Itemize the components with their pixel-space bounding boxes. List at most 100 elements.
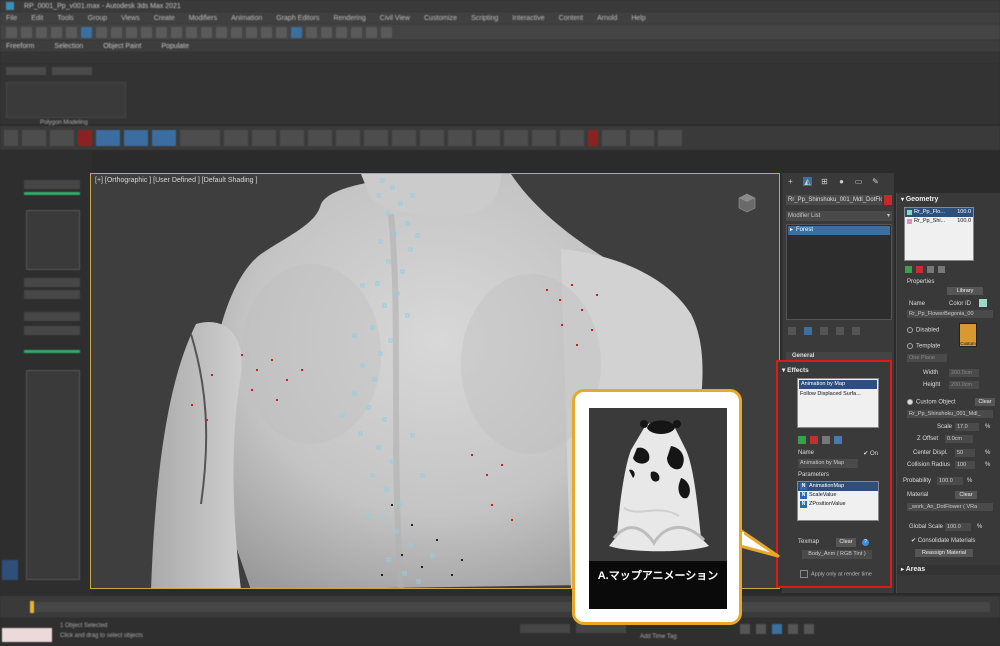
strip-button[interactable] — [392, 130, 416, 146]
ribbon-tab-freeform[interactable]: Freeform — [6, 43, 34, 50]
menu-tools[interactable]: Tools — [57, 15, 73, 22]
strip-button[interactable] — [152, 130, 176, 146]
left-panel-button[interactable] — [24, 180, 80, 189]
mirror-icon[interactable] — [261, 26, 272, 38]
make-unique-icon[interactable] — [820, 327, 828, 335]
custom-object-radio[interactable]: Custom Object — [907, 399, 956, 406]
timeline-cursor[interactable] — [30, 601, 34, 613]
effect-name-field[interactable]: Animation by Map — [798, 459, 858, 468]
strip-button[interactable] — [336, 130, 360, 146]
render-icon[interactable] — [381, 26, 392, 38]
menu-create[interactable]: Create — [154, 15, 175, 22]
custom-object-clear-button[interactable]: Clear — [975, 398, 995, 406]
configure-sets-icon[interactable] — [852, 327, 860, 335]
modifier-stack[interactable]: Forest — [786, 224, 892, 320]
pick-geometry-icon[interactable] — [927, 266, 934, 273]
library-button[interactable]: Library — [947, 287, 983, 295]
library-icon[interactable] — [822, 436, 830, 444]
utilities-tab-icon[interactable]: ✎ — [871, 177, 880, 186]
unlink-icon[interactable] — [51, 26, 62, 38]
curve-editor-icon[interactable] — [306, 26, 317, 38]
add-effect-icon[interactable] — [798, 436, 806, 444]
menu-graph-editors[interactable]: Graph Editors — [276, 15, 319, 22]
global-scale-field[interactable]: 100.0 — [945, 523, 971, 531]
material-clear-button[interactable]: Clear — [955, 491, 977, 499]
menu-interactive[interactable]: Interactive — [512, 15, 544, 22]
x-coord-field[interactable] — [520, 624, 570, 633]
ribbon-tab-populate[interactable]: Populate — [161, 43, 189, 50]
geometry-list-item[interactable]: Rr_Pp_Shi... 100.0 — [905, 217, 973, 226]
select-icon[interactable] — [81, 26, 92, 38]
left-panel-side-button[interactable] — [2, 560, 18, 580]
geometry-list-item[interactable]: Rr_Pp_Flo... 100.0 — [905, 208, 973, 217]
add-time-tag[interactable]: Add Time Tag — [640, 634, 677, 640]
strip-button[interactable] — [50, 130, 74, 146]
add-geometry-icon[interactable] — [905, 266, 912, 273]
ribbon-subtab[interactable] — [6, 67, 46, 75]
left-panel-button[interactable] — [24, 326, 80, 335]
align-icon[interactable] — [276, 26, 287, 38]
left-panel-button[interactable] — [24, 312, 80, 321]
effects-list-item[interactable]: Follow Displaced Surfa... — [798, 390, 878, 399]
strip-button[interactable] — [504, 130, 528, 146]
strip-button[interactable] — [532, 130, 556, 146]
object-name-field[interactable]: Rr_Pp_Shinshoku_001_Mdl_DotFlo — [786, 195, 882, 205]
motion-tab-icon[interactable]: ● — [837, 177, 846, 186]
parameters-list[interactable]: AnimationMap ScaleValue ZPositionValue — [797, 481, 879, 521]
rect-select-icon[interactable] — [111, 26, 122, 38]
snap-icon[interactable] — [216, 26, 227, 38]
go-to-end-icon[interactable] — [804, 624, 814, 634]
play-icon[interactable] — [772, 624, 782, 634]
hierarchy-tab-icon[interactable]: ⊞ — [820, 177, 829, 186]
parameter-item[interactable]: ZPositionValue — [798, 500, 878, 509]
custom-object-field[interactable]: Rr_Pp_Shinshoku_001_Mdl_ — [907, 410, 993, 418]
custom-object-thumbnail[interactable]: Custom — [959, 323, 977, 347]
height-field[interactable]: 200.0cm — [949, 381, 979, 389]
texmap-clear-button[interactable]: Clear — [836, 538, 856, 547]
consolidate-checkbox[interactable]: ✔ Consolidate Materials — [911, 537, 975, 544]
strip-button[interactable] — [364, 130, 388, 146]
parameter-item[interactable]: ScaleValue — [798, 491, 878, 500]
show-end-result-icon[interactable] — [804, 327, 812, 335]
apply-render-checkbox[interactable]: Apply only at render time — [800, 570, 872, 578]
rotate-icon[interactable] — [156, 26, 167, 38]
strip-button[interactable] — [224, 130, 248, 146]
texmap-button[interactable]: Body_Anm ( RGB Tint ) — [802, 550, 872, 559]
menu-views[interactable]: Views — [121, 15, 140, 22]
pivot-icon[interactable] — [201, 26, 212, 38]
left-panel-button[interactable] — [24, 278, 80, 287]
strip-button[interactable] — [658, 130, 682, 146]
object-color-swatch[interactable] — [884, 195, 892, 205]
select-by-name-icon[interactable] — [96, 26, 107, 38]
ribbon-tab-selection[interactable]: Selection — [54, 43, 83, 50]
modify-tab-icon[interactable]: ◭ — [803, 177, 812, 186]
menu-scripting[interactable]: Scripting — [471, 15, 498, 22]
percent-snap-icon[interactable] — [246, 26, 257, 38]
menu-file[interactable]: File — [6, 15, 17, 22]
strip-button[interactable] — [96, 130, 120, 146]
material-editor-icon[interactable] — [336, 26, 347, 38]
render-frame-icon[interactable] — [366, 26, 377, 38]
geometry-list[interactable]: Rr_Pp_Flo... 100.0 Rr_Pp_Shi... 100.0 — [904, 207, 974, 261]
effects-list-item[interactable]: Animation by Map — [799, 380, 877, 389]
go-to-start-icon[interactable] — [740, 624, 750, 634]
effects-title[interactable]: Effects — [782, 366, 809, 374]
schematic-icon[interactable] — [321, 26, 332, 38]
strip-button[interactable] — [420, 130, 444, 146]
menu-help[interactable]: Help — [631, 15, 645, 22]
strip-button[interactable] — [560, 130, 584, 146]
template-dropdown[interactable]: One Plane — [907, 354, 947, 362]
probability-field[interactable]: 100.0 — [937, 477, 963, 485]
effects-list[interactable]: Animation by Map Follow Displaced Surfa.… — [797, 378, 879, 428]
strip-button[interactable] — [78, 130, 92, 146]
strip-button[interactable] — [180, 130, 220, 146]
color-id-swatch[interactable] — [979, 299, 987, 307]
left-panel-button[interactable] — [24, 290, 80, 299]
menu-arnold[interactable]: Arnold — [597, 15, 617, 22]
strip-button[interactable] — [124, 130, 148, 146]
remove-geometry-icon[interactable] — [916, 266, 923, 273]
strip-button[interactable] — [630, 130, 654, 146]
strip-button[interactable] — [448, 130, 472, 146]
parameter-item[interactable]: AnimationMap — [798, 482, 878, 491]
name-field[interactable]: Rr_Pp_FlowerBegonia_00 — [907, 310, 993, 318]
